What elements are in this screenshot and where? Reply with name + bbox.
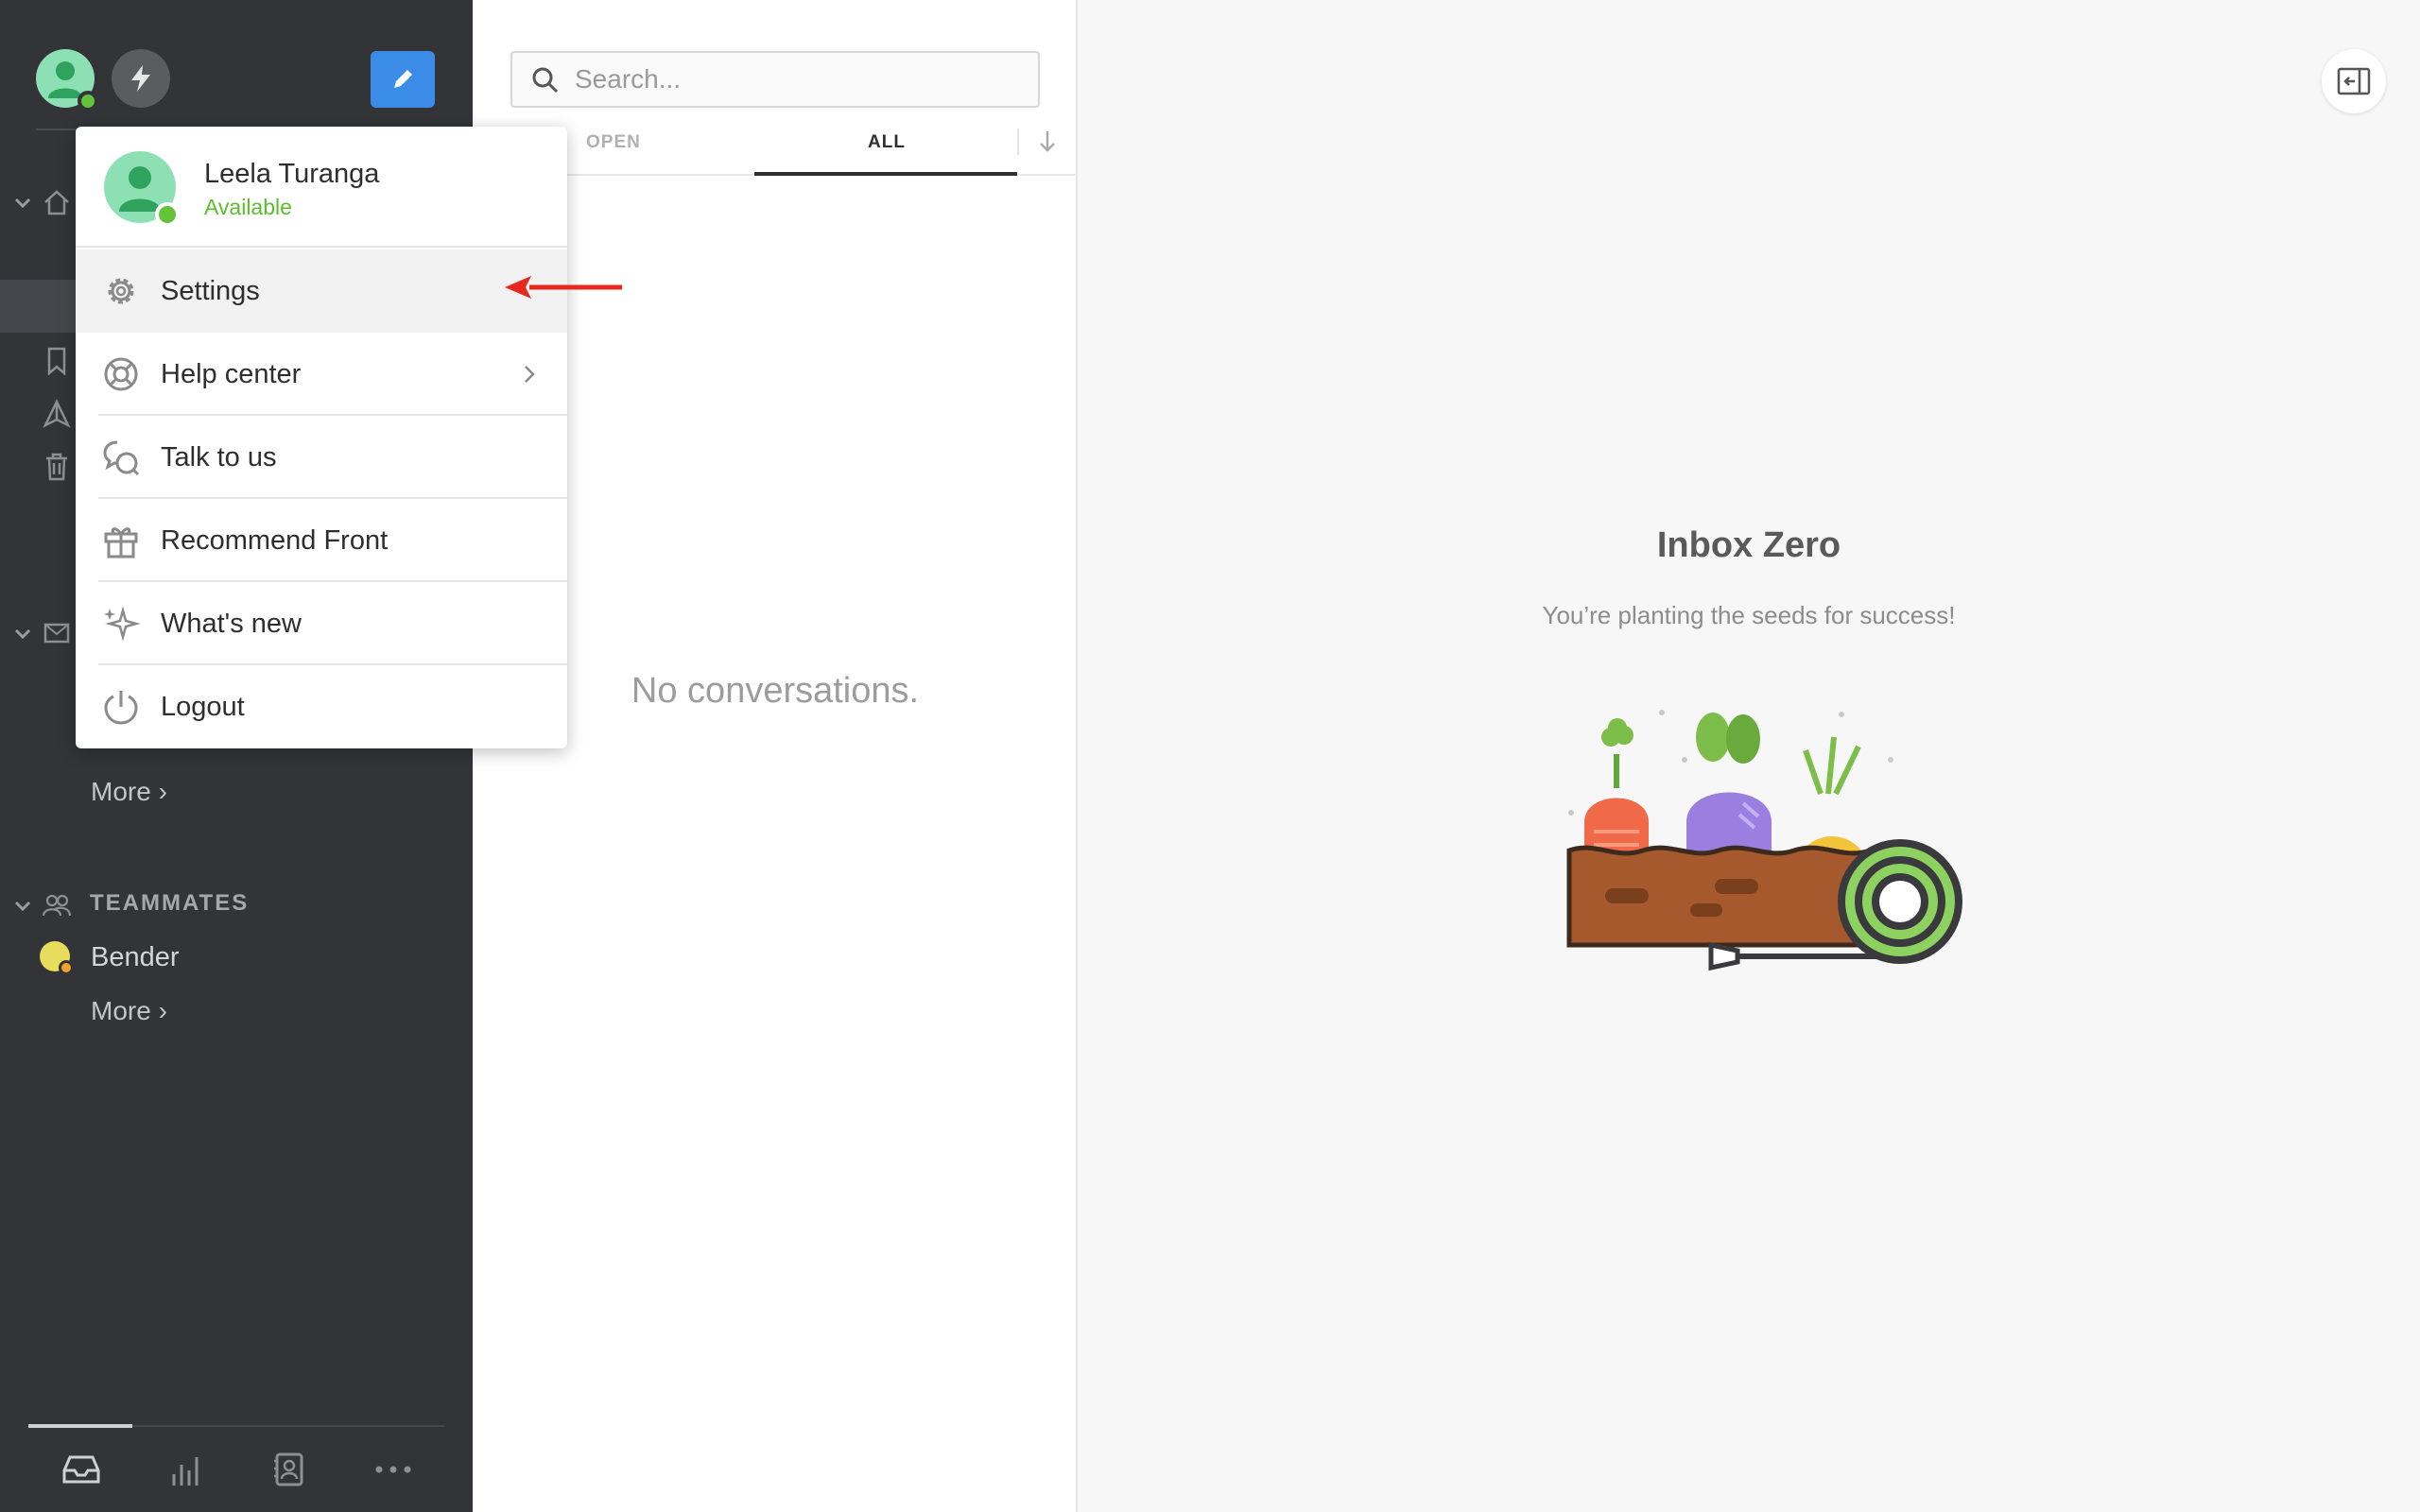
trash-icon[interactable] (38, 448, 76, 486)
chevron-down-icon[interactable] (11, 622, 34, 644)
teammate-avatar (40, 941, 74, 975)
active-tab-underline (754, 172, 1017, 176)
sent-icon[interactable] (38, 395, 76, 433)
contacts-tab-icon[interactable] (261, 1446, 318, 1493)
more-teammates-link[interactable]: More › (91, 996, 167, 1026)
inbox-zero-subtitle: You’re planting the seeds for success! (1542, 601, 1956, 629)
menu-item-recommend-front[interactable]: Recommend Front (76, 499, 567, 582)
menu-item-label: Recommend Front (161, 525, 389, 556)
toggle-panel-button[interactable] (2322, 49, 2386, 113)
menu-item-label: Talk to us (161, 442, 277, 472)
inbox-tab-icon[interactable] (53, 1446, 110, 1493)
panel-collapse-icon (2337, 67, 2371, 95)
inbox-zero-title: Inbox Zero (1656, 525, 1841, 565)
sort-arrow-down-icon[interactable] (1036, 129, 1059, 155)
menu-item-label: Settings (161, 276, 260, 306)
menu-item-logout[interactable]: Logout (76, 665, 567, 748)
pencil-icon (394, 70, 412, 88)
more-apps-icon[interactable] (365, 1446, 422, 1493)
sidebar-selected-row[interactable] (0, 280, 76, 333)
home-icon[interactable] (38, 183, 76, 221)
menu-item-talk-to-us[interactable]: Talk to us (76, 416, 567, 499)
menu-item-whats-new[interactable]: What's new (76, 582, 567, 665)
tab-open[interactable]: OPEN (586, 132, 641, 153)
menu-item-help-center[interactable]: Help center (76, 333, 567, 416)
search-icon (532, 67, 559, 94)
user-menu-header: Leela Turanga Available (76, 127, 567, 248)
user-status[interactable]: Available (204, 195, 292, 220)
annotation-arrow (505, 276, 622, 299)
search-box[interactable] (510, 51, 1040, 108)
chat-bubbles-icon (102, 438, 140, 476)
chevron-down-icon[interactable] (11, 894, 34, 917)
gear-icon (102, 272, 140, 310)
status-away-dot (59, 960, 74, 975)
user-name: Leela Turanga (204, 159, 380, 189)
bookmark-icon[interactable] (38, 342, 76, 380)
menu-item-label: Help center (161, 359, 302, 389)
teammate-item-bender[interactable]: Bender (91, 942, 180, 973)
garden-illustration (1566, 710, 1962, 971)
chevron-down-icon[interactable] (11, 191, 34, 214)
lightning-icon (131, 65, 150, 92)
teammates-section-title[interactable]: TEAMMATES (90, 890, 249, 917)
sparkles-icon (102, 605, 140, 643)
more-inboxes-link[interactable]: More › (91, 777, 167, 807)
analytics-tab-icon[interactable] (157, 1446, 214, 1493)
gift-icon (102, 522, 140, 559)
rules-bolt-button[interactable] (112, 49, 170, 108)
menu-item-label: Logout (161, 692, 245, 722)
menu-user-avatar (104, 151, 180, 227)
user-menu-dropdown: Leela Turanga Available Settings Help ce… (76, 127, 567, 748)
status-available-dot (78, 91, 98, 112)
shared-inbox-icon[interactable] (38, 614, 76, 652)
status-available-dot (155, 202, 180, 227)
user-avatar-button[interactable] (36, 49, 98, 112)
search-input[interactable] (575, 60, 1019, 98)
power-icon (102, 688, 140, 726)
compose-button[interactable] (371, 51, 435, 108)
tab-all[interactable]: ALL (868, 132, 906, 153)
teammates-icon (38, 886, 76, 924)
bottom-nav-active-indicator (28, 1424, 132, 1428)
menu-item-settings[interactable]: Settings (76, 249, 567, 333)
main-pane: Inbox Zero You’re planting the seeds for… (1078, 0, 2420, 1512)
tab-separator (1017, 129, 1019, 155)
chevron-right-icon (525, 366, 535, 383)
lifebuoy-icon (102, 355, 140, 393)
menu-item-label: What's new (161, 609, 302, 639)
